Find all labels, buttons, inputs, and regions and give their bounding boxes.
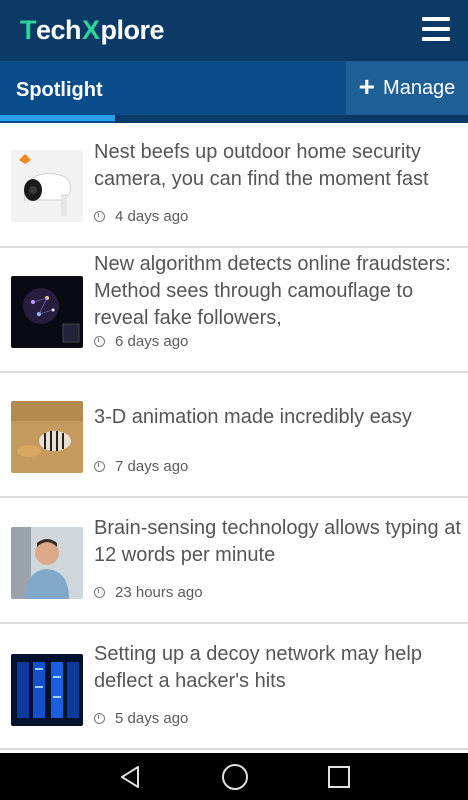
network-graph-thumbnail [11,276,83,348]
article-headline[interactable]: New algorithm detects online fraudsters:… [94,251,462,332]
article-time: 5 days ago [115,710,189,727]
article-item[interactable]: 3-D animation made incredibly easy 7 day… [0,373,468,498]
recents-icon[interactable] [328,766,350,788]
manage-label: Manage [383,76,456,99]
article-meta: 23 hours ago [94,584,203,601]
back-icon[interactable] [118,765,142,789]
article-time: 7 days ago [115,458,189,475]
article-meta: 6 days ago [94,333,188,350]
hamburger-menu-icon[interactable] [422,17,450,41]
clock-icon [94,336,105,347]
article-item[interactable]: Setting up a decoy network may help defl… [0,625,468,750]
home-icon[interactable] [222,764,248,790]
clock-icon [94,713,105,724]
app-header: Tech Xplore [0,0,468,61]
logo-ech: ech [36,14,82,45]
logo-t: T [20,14,37,45]
clock-icon [94,211,105,222]
article-time: 23 hours ago [115,584,203,601]
article-meta: 4 days ago [94,208,188,225]
zebras-cheetah-thumbnail [11,401,83,473]
article-headline[interactable]: Nest beefs up outdoor home security came… [94,139,462,193]
manage-button[interactable]: + Manage [346,61,468,115]
active-tab-indicator [0,115,115,121]
android-nav-bar [0,753,468,800]
researcher-portrait-thumbnail [11,527,83,599]
article-time: 4 days ago [115,208,189,225]
article-meta: 5 days ago [94,710,188,727]
logo-x: X [82,14,100,45]
article-headline[interactable]: Setting up a decoy network may help defl… [94,641,462,695]
article-headline[interactable]: 3-D animation made incredibly easy [94,404,462,431]
article-item[interactable]: Brain-sensing technology allows typing a… [0,499,468,624]
tab-spotlight[interactable]: Spotlight [16,79,103,102]
clock-icon [94,461,105,472]
article-time: 6 days ago [115,333,189,350]
server-room-thumbnail [11,654,83,726]
article-meta: 7 days ago [94,458,188,475]
clock-icon [94,587,105,598]
tab-strip-divider [115,115,468,123]
plus-icon: + [358,70,376,102]
techxplore-logo[interactable]: Tech Xplore [20,14,165,46]
security-camera-thumbnail [11,150,83,222]
logo-plore: plore [100,14,165,45]
article-item[interactable]: New algorithm detects online fraudsters:… [0,248,468,373]
article-headline[interactable]: Brain-sensing technology allows typing a… [94,515,462,569]
article-item[interactable]: Nest beefs up outdoor home security came… [0,123,468,248]
